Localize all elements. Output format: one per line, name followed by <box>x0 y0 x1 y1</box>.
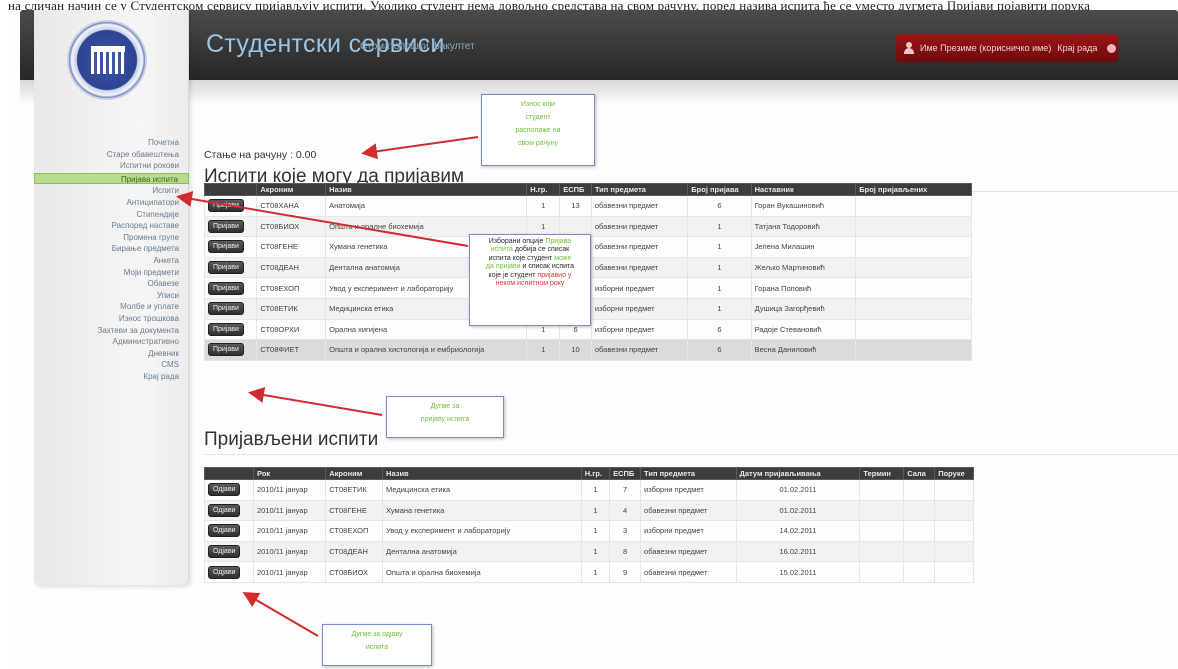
annotation-arrows <box>176 136 479 637</box>
arrow-to-register-button <box>248 387 383 416</box>
arrow-to-nav-item <box>176 191 469 247</box>
arrow-to-unregister-button <box>242 591 319 637</box>
arrow-to-balance <box>361 136 479 160</box>
screenshot: Студентски сервиси Стоматолошки факултет… <box>8 10 1178 669</box>
